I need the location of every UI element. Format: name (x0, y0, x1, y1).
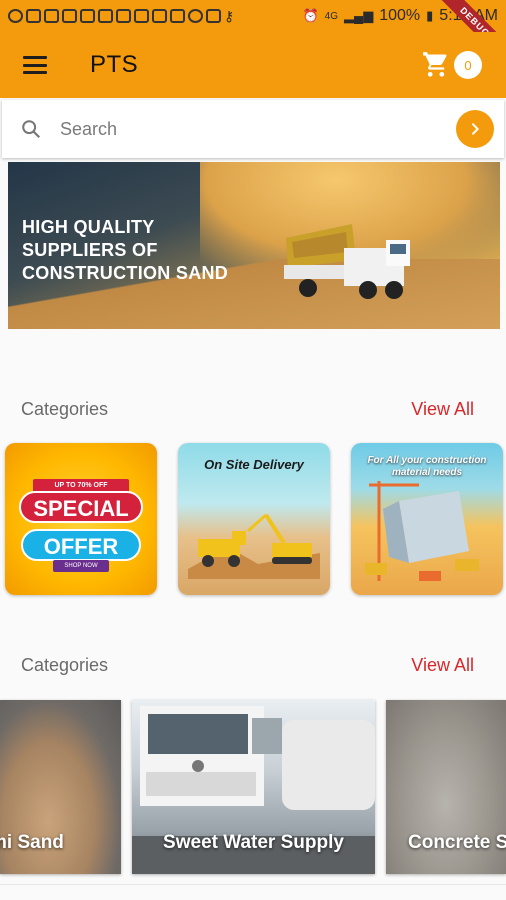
promo-banner[interactable]: HIGH QUALITY SUPPLIERS OF CONSTRUCTION S… (8, 162, 500, 329)
products-label: Categories (21, 654, 109, 675)
cart-button[interactable]: 0 (422, 51, 482, 79)
clock: 5:16 AM (439, 7, 498, 24)
shop-now-label: SHOP NOW (53, 560, 109, 572)
key-icon: ⚷ (224, 7, 235, 24)
categories-view-all-link[interactable]: View All (411, 399, 474, 420)
product-card-concrete[interactable]: Concrete S (386, 700, 506, 874)
photo-icon (152, 9, 167, 23)
grid-icon (98, 9, 113, 23)
app-title: PTS (90, 51, 139, 78)
network-type: 4G (324, 10, 338, 22)
banner-headline-line1: HIGH QUALITY (22, 217, 155, 237)
products-header: Categories View All (0, 650, 506, 680)
categories-label: Categories (21, 398, 109, 419)
photo-icon (80, 9, 95, 23)
construction-site-illustration (365, 481, 479, 581)
app-bar: PTS 0 (0, 32, 506, 98)
product-name: Sweet Water Supply (163, 832, 344, 853)
special-label: SPECIAL (19, 491, 143, 523)
offer-label: OFFER (21, 529, 141, 561)
battery-icon: ▮ (426, 8, 434, 23)
categories-header: Categories View All (0, 394, 506, 424)
products-view-all-link[interactable]: View All (411, 655, 474, 676)
whatsapp-icon (8, 9, 23, 23)
battery-level: 100% (379, 7, 421, 24)
search-icon (2, 118, 60, 140)
photo-icon (116, 9, 131, 23)
signal-icon: ▂▄▆ (344, 8, 374, 23)
excavator-truck-illustration (188, 513, 320, 579)
alarm-icon: ⏰ (302, 8, 319, 23)
banner-headline: HIGH QUALITY SUPPLIERS OF CONSTRUCTION S… (22, 216, 228, 285)
chat-icon (26, 9, 41, 23)
product-name: Concrete S (408, 832, 506, 853)
tools-icon (62, 9, 77, 23)
product-name: mi Sand (0, 832, 64, 853)
product-list: mi Sand Sweet Water Supply Concrete S (0, 700, 506, 876)
product-card-sand[interactable]: mi Sand (0, 700, 121, 874)
menu-button[interactable] (0, 32, 70, 98)
cart-count-badge: 0 (454, 51, 482, 79)
hamburger-icon (23, 56, 47, 74)
category-card-construction-material[interactable]: For All your construction material needs (351, 443, 503, 595)
dump-truck-illustration (284, 224, 410, 299)
search-input[interactable] (60, 118, 456, 140)
whatsapp-icon (188, 9, 203, 23)
banner-headline-line2: SUPPLIERS OF (22, 240, 158, 260)
photo-icon (170, 9, 185, 23)
category-list: UP TO 70% OFF SPECIAL OFFER SHOP NOW On … (0, 443, 506, 597)
product-card-sweet-water-supply[interactable]: Sweet Water Supply (132, 700, 375, 874)
banner-headline-line3: CONSTRUCTION SAND (22, 263, 229, 283)
mail-icon (206, 9, 221, 23)
category-caption: On Site Delivery (204, 457, 304, 472)
chevron-right-icon (472, 123, 479, 135)
category-caption: For All your construction material needs (367, 455, 487, 478)
search-submit-button[interactable] (456, 110, 494, 148)
cart-icon (423, 52, 447, 77)
mail-icon (44, 9, 59, 23)
category-card-special-offer[interactable]: UP TO 70% OFF SPECIAL OFFER SHOP NOW (5, 443, 157, 595)
category-card-on-site-delivery[interactable]: On Site Delivery (178, 443, 330, 595)
status-bar: ⚷ ⏰ 4G ▂▄▆ 100% ▮ 5:16 AM (0, 0, 506, 32)
notification-icons: ⚷ (8, 8, 234, 25)
photo-icon (134, 9, 149, 23)
search-bar (2, 100, 504, 158)
bottom-divider (0, 884, 506, 885)
